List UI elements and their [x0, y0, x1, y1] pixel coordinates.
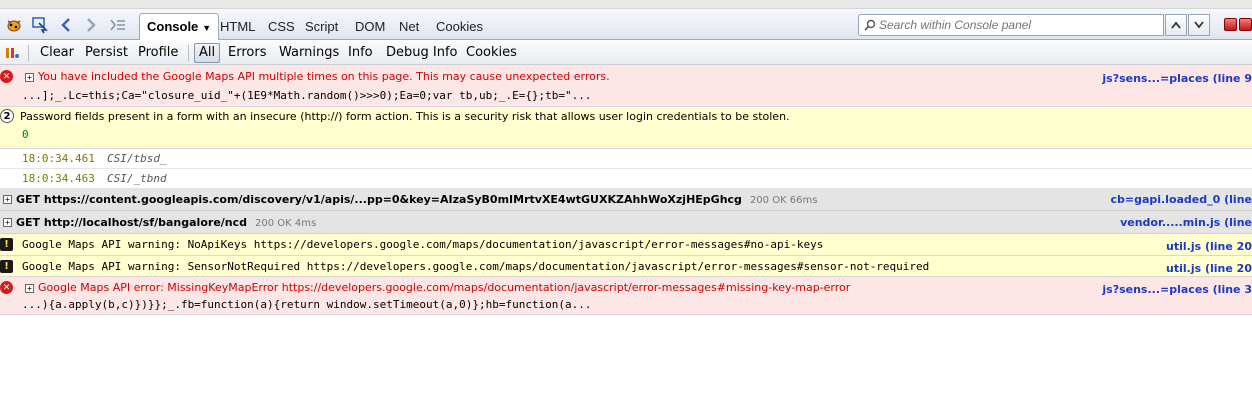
filter-warnings-button[interactable]: Warnings — [275, 44, 343, 62]
error-code-snippet: ...];_.Lc=this;Ca="closure_uid_"+(1E9*Ma… — [22, 89, 592, 102]
network-request: GET https://content.googleapis.com/disco… — [16, 193, 818, 206]
chevron-down-icon: ▼ — [202, 23, 212, 33]
tab-html[interactable]: HTML — [214, 17, 261, 37]
filter-debug-info-button[interactable]: Debug Info — [382, 44, 462, 62]
filter-errors-button[interactable]: Errors — [224, 44, 270, 62]
warning-icon: ! — [0, 260, 13, 273]
tab-css[interactable]: CSS — [262, 17, 301, 37]
forward-arrow-icon[interactable] — [81, 15, 101, 35]
clear-button[interactable]: Clear — [36, 44, 78, 62]
timing-label: CSI/_tbnd — [107, 172, 167, 185]
expand-toggle[interactable]: + — [25, 73, 34, 82]
error-message: You have included the Google Maps API mu… — [38, 70, 610, 83]
chevron-down-icon — [1194, 21, 1204, 29]
warning-message: Password fields present in a form with a… — [20, 110, 790, 123]
timestamp: 18:0:34.461 — [22, 152, 95, 165]
request-status: 200 OK 4ms — [255, 218, 317, 229]
filter-info-button[interactable]: Info — [344, 44, 377, 62]
error-icon: ✕ — [0, 281, 13, 294]
toolbar-divider — [188, 45, 189, 61]
search-box[interactable] — [858, 14, 1164, 36]
search-icon — [864, 19, 876, 31]
log-entry-security-warning[interactable]: 2 Password fields present in a form with… — [0, 107, 1252, 149]
filter-all-button[interactable]: All — [194, 43, 221, 63]
log-entry-error[interactable]: ✕ + Google Maps API error: MissingKeyMap… — [0, 277, 1252, 315]
search-input[interactable] — [879, 18, 1159, 32]
error-icon: ✕ — [0, 70, 13, 83]
timing-label: CSI/tbsd_ — [107, 152, 167, 165]
toolbar-divider — [28, 45, 29, 61]
firebug-tab-bar: Console ▼ HTML CSS Script DOM Net Cookies — [0, 9, 1252, 40]
filter-cookies-button[interactable]: Cookies — [462, 44, 521, 62]
console-toolbar: Clear Persist Profile All Errors Warning… — [0, 41, 1252, 65]
timestamp: 18:0:34.463 — [22, 172, 95, 185]
minimize-button[interactable] — [1224, 18, 1237, 31]
warning-message: Google Maps API warning: SensorNotRequir… — [22, 260, 930, 273]
search-previous-button[interactable] — [1165, 14, 1187, 36]
source-link[interactable]: cb=gapi.loaded_0 (line — [1110, 193, 1252, 206]
tab-console[interactable]: Console ▼ — [139, 13, 220, 40]
repeat-count-badge: 2 — [0, 109, 14, 123]
warning-icon: ! — [0, 238, 13, 251]
log-entry-network[interactable]: + GET http://localhost/sf/bangalore/ncd 2… — [0, 211, 1252, 234]
expand-toggle[interactable]: + — [25, 284, 34, 293]
source-link[interactable]: util.js (line 20 — [1166, 262, 1252, 275]
back-arrow-icon[interactable] — [56, 15, 76, 35]
tab-cookies[interactable]: Cookies — [430, 17, 489, 37]
tab-script[interactable]: Script — [299, 17, 344, 37]
source-link[interactable]: js?sens...=places (line 9 — [1102, 72, 1252, 85]
expand-toggle[interactable]: + — [3, 195, 12, 204]
tab-dom[interactable]: DOM — [349, 17, 391, 37]
warning-value: 0 — [22, 128, 29, 141]
request-status: 200 OK 66ms — [749, 195, 818, 206]
tab-net[interactable]: Net — [393, 17, 425, 37]
log-entry-timing: 18:0:34.461 CSI/tbsd_ — [0, 149, 1252, 169]
log-entry-network[interactable]: + GET https://content.googleapis.com/dis… — [0, 189, 1252, 211]
error-message: Google Maps API error: MissingKeyMapErro… — [38, 281, 851, 294]
request-url: GET http://localhost/sf/bangalore/ncd — [16, 216, 248, 229]
log-entry-warning[interactable]: ! Google Maps API warning: SensorNotRequ… — [0, 256, 1252, 277]
profile-button[interactable]: Profile — [134, 44, 182, 62]
error-code-snippet: ...){a.apply(b,c)})}};_.fb=function(a){r… — [22, 298, 592, 311]
command-line-icon[interactable] — [108, 15, 128, 35]
log-entry-warning[interactable]: ! Google Maps API warning: NoApiKeys htt… — [0, 234, 1252, 256]
source-link[interactable]: util.js (line 20 — [1166, 240, 1252, 253]
log-entry-error[interactable]: ✕ + You have included the Google Maps AP… — [0, 65, 1252, 107]
source-link[interactable]: vendor.....min.js (line — [1120, 216, 1252, 229]
source-link[interactable]: js?sens...=places (line 3 — [1102, 283, 1252, 296]
tab-console-label: Console — [147, 19, 199, 34]
inspect-element-icon[interactable] — [30, 15, 50, 35]
persist-button[interactable]: Persist — [81, 44, 132, 62]
browser-top-strip — [0, 0, 1252, 9]
log-entry-timing: 18:0:34.463 CSI/_tbnd — [0, 169, 1252, 189]
search-next-button[interactable] — [1188, 14, 1210, 36]
firebug-icon[interactable] — [4, 15, 24, 35]
chevron-up-icon — [1171, 21, 1181, 29]
expand-toggle[interactable]: + — [3, 218, 12, 227]
close-button[interactable] — [1239, 18, 1252, 31]
console-menu-icon[interactable] — [2, 43, 22, 63]
request-url: GET https://content.googleapis.com/disco… — [16, 193, 742, 206]
warning-message: Google Maps API warning: NoApiKeys https… — [22, 238, 824, 251]
network-request: GET http://localhost/sf/bangalore/ncd 200… — [16, 216, 316, 229]
